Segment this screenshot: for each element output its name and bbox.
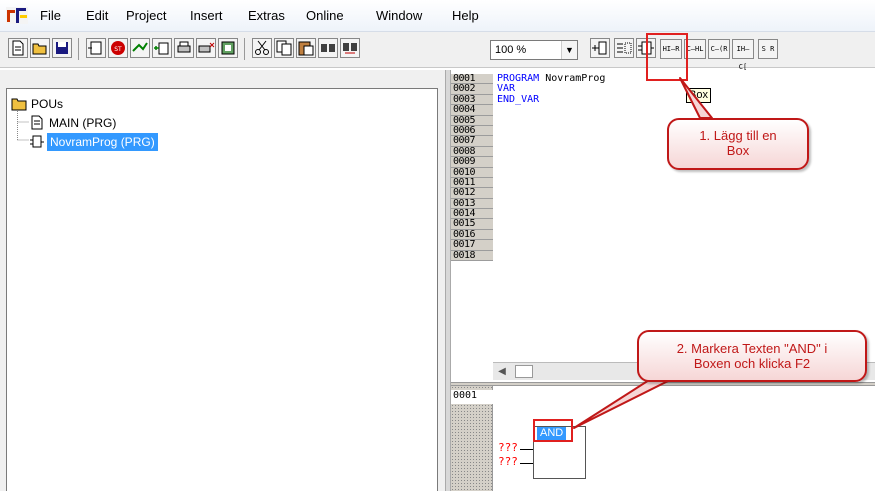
toolbar: ST 100 % ▼ HI—R C—HL C—(R IH—C[S R: [0, 32, 875, 71]
new-file-button[interactable]: [8, 38, 28, 58]
toolbar-separator: [244, 38, 245, 60]
menu-window[interactable]: Window: [376, 8, 422, 23]
find-icon: [321, 44, 335, 52]
insert-network-button[interactable]: [590, 38, 610, 58]
function-block-icon: [30, 135, 44, 148]
library-icon: [221, 41, 235, 55]
copy-button[interactable]: [274, 38, 294, 58]
menu-extras[interactable]: Extras: [248, 8, 285, 23]
paste-button[interactable]: [296, 38, 316, 58]
find-button[interactable]: [318, 38, 338, 58]
keyword-program: PROGRAM: [497, 73, 540, 84]
print-setup-button[interactable]: [196, 38, 216, 58]
login-button[interactable]: [130, 38, 150, 58]
highlight-and-text: [533, 419, 573, 442]
open-folder-icon: [32, 43, 47, 55]
replace-button[interactable]: [340, 38, 360, 58]
line-number: 0018: [451, 250, 493, 262]
insert-return-button[interactable]: C—(R: [708, 39, 730, 59]
zoom-value: 100 %: [495, 44, 527, 56]
app-icon: [6, 7, 28, 24]
toolbar-separator: [78, 38, 79, 60]
new-file-icon: [12, 40, 24, 56]
menu-insert[interactable]: Insert: [190, 8, 223, 23]
cut-button[interactable]: [252, 38, 272, 58]
pou-panel: POUs MAIN (PRG) NovramProg (PRG): [0, 70, 445, 491]
line-number-gutter: 0001 0002 0003 0004 0005 0006 0007 0008 0009 0010…: [451, 73, 493, 262]
line-number: 0004: [451, 104, 493, 116]
tree-root-label: POUs: [31, 97, 64, 111]
tooltip: Box: [686, 88, 711, 103]
insert-network-icon: [592, 41, 607, 55]
keyword-end-var: END_VAR: [497, 93, 540, 105]
svg-text:ST: ST: [114, 46, 122, 53]
tree-item-main[interactable]: MAIN (PRG): [29, 114, 189, 132]
insert-pou-icon: [154, 42, 169, 55]
network-number: 0001: [451, 390, 493, 404]
program-name: NovramProg: [545, 73, 606, 84]
document-icon: [31, 115, 43, 130]
callout-mark-text-line1: 2. Markera Texten "AND" i: [676, 341, 828, 356]
input-2-placeholder[interactable]: ???: [498, 455, 518, 468]
stop-button[interactable]: ST: [108, 38, 128, 58]
save-icon: [56, 42, 68, 54]
insert-set-reset-button[interactable]: S R: [758, 39, 778, 59]
keyword-var: VAR: [497, 83, 516, 95]
pou-tree: POUs MAIN (PRG) NovramProg (PRG): [6, 88, 438, 491]
login-icon: [132, 42, 148, 52]
save-button[interactable]: [52, 38, 72, 58]
callout-mark-text: 2. Markera Texten "AND" i Boxen och klic…: [637, 330, 867, 382]
menu-help[interactable]: Help: [452, 8, 479, 23]
build-icon: [88, 41, 102, 55]
print-button[interactable]: [174, 38, 194, 58]
insert-pou-button[interactable]: [152, 38, 172, 58]
print-icon: [177, 41, 191, 53]
network-gutter: 0001: [451, 386, 493, 491]
paste-icon: [298, 41, 314, 56]
open-file-button[interactable]: [30, 38, 50, 58]
menu-edit[interactable]: Edit: [86, 8, 108, 23]
scroll-left-icon[interactable]: ◀: [493, 363, 511, 380]
input-1-placeholder[interactable]: ???: [498, 441, 518, 454]
copy-icon: [276, 40, 292, 56]
print-setup-icon: [198, 42, 215, 53]
callout-add-box-line1: 1. Lägg till en: [699, 128, 777, 143]
callout-add-box: 1. Lägg till en Box: [667, 118, 809, 170]
chevron-down-icon[interactable]: ▼: [561, 41, 577, 59]
insert-comment-button[interactable]: [614, 38, 634, 58]
insert-comment-icon: [617, 42, 632, 54]
tree-item-label: MAIN (PRG): [49, 116, 117, 130]
line-number: 0009: [451, 156, 493, 168]
tree-item-novramprog[interactable]: NovramProg (PRG): [29, 133, 213, 151]
replace-icon: [343, 43, 357, 54]
tree-item-label-selected: NovramProg (PRG): [47, 133, 158, 151]
highlight-box-button: [646, 33, 688, 81]
declaration-code[interactable]: PROGRAM NovramProg VAR END_VAR: [497, 73, 606, 105]
callout-add-box-line2: Box: [726, 143, 750, 158]
menu-bar: File Edit Project Insert Extras Online W…: [0, 0, 875, 32]
menu-project[interactable]: Project: [126, 8, 166, 23]
callout-mark-text-line2: Boxen och klicka F2: [693, 356, 811, 371]
insert-jump-button[interactable]: IH—C[: [732, 39, 754, 71]
scroll-thumb[interactable]: [515, 365, 533, 378]
input-1-pin: [520, 449, 533, 450]
stop-icon: ST: [111, 41, 125, 55]
cut-icon: [255, 40, 269, 55]
library-button[interactable]: [218, 38, 238, 58]
body-editor[interactable]: 0001: [451, 386, 875, 491]
folder-icon: [11, 98, 27, 111]
build-button[interactable]: [86, 38, 106, 58]
input-2-pin: [520, 463, 533, 464]
menu-online[interactable]: Online: [306, 8, 344, 23]
menu-file[interactable]: File: [40, 8, 61, 23]
zoom-select[interactable]: 100 % ▼: [490, 40, 578, 60]
